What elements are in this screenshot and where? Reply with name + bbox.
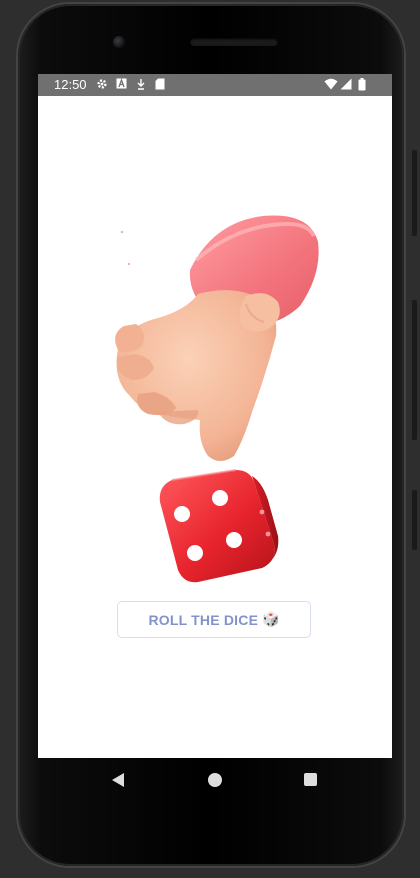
front-camera — [113, 36, 125, 48]
volume-rocker — [412, 300, 417, 440]
earpiece-speaker — [190, 38, 278, 46]
navigation-bar — [38, 758, 392, 806]
app-screen: 12:50 ROLL THE DICE 🎲 — [38, 74, 392, 758]
side-button — [412, 490, 417, 550]
back-icon[interactable] — [112, 773, 124, 787]
roll-dice-label: ROLL THE DICE — [148, 611, 259, 628]
roll-dice-button[interactable]: ROLL THE DICE 🎲 — [117, 601, 311, 638]
dice-roll-illustration — [115, 215, 319, 583]
dice-emoji-icon: 🎲 — [262, 611, 280, 628]
dice-illustration — [159, 469, 279, 583]
recents-icon[interactable] — [304, 773, 317, 786]
hand-illustration — [115, 215, 319, 461]
home-icon[interactable] — [208, 773, 222, 787]
power-button — [412, 150, 417, 236]
